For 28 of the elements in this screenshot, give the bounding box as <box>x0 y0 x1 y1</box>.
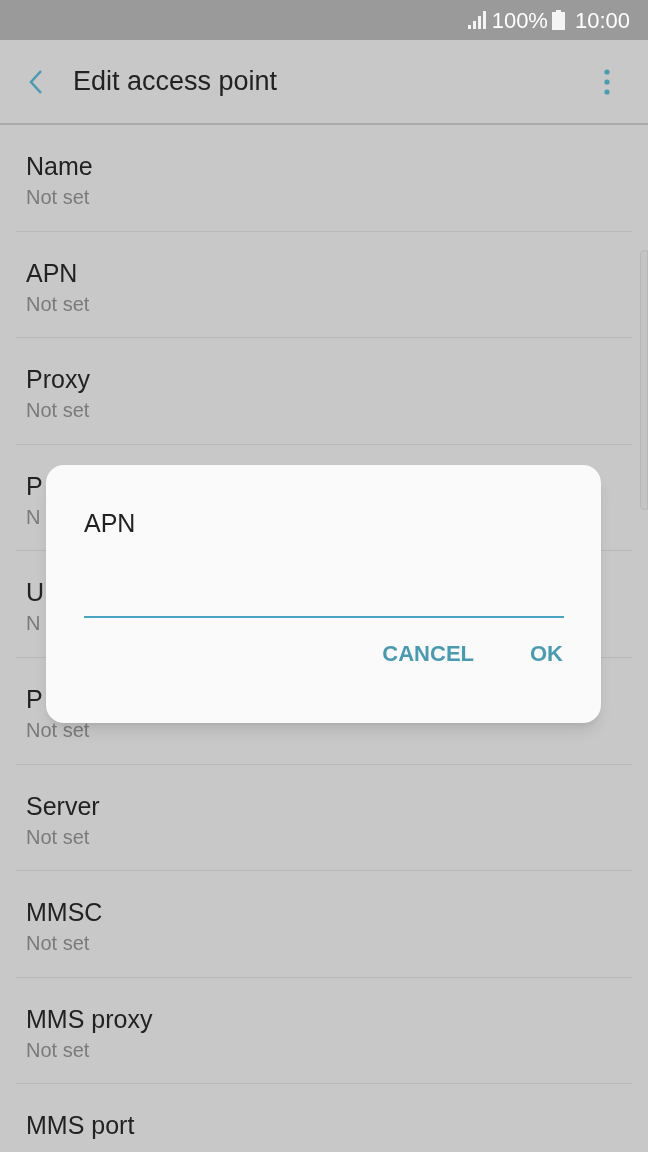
setting-value: Not set <box>26 398 90 423</box>
setting-value: N <box>26 504 41 529</box>
setting-title[interactable]: Server <box>26 790 100 821</box>
setting-title[interactable]: Proxy <box>26 364 90 395</box>
back-icon <box>29 68 43 95</box>
setting-value: Not set <box>26 1037 90 1062</box>
setting-title[interactable]: MMS proxy <box>26 1003 153 1034</box>
more-icon <box>604 69 610 95</box>
setting-title[interactable]: MMS port <box>26 1110 135 1141</box>
setting-value: Not set <box>26 185 90 209</box>
more-options-button[interactable] <box>602 68 612 96</box>
setting-value: Not set <box>26 931 90 956</box>
page-title: Edit access point <box>73 65 278 99</box>
setting-title[interactable]: P <box>26 683 43 714</box>
setting-value: Not set <box>26 824 90 849</box>
dialog-title: APN <box>84 508 136 538</box>
clock-time: 10:00 <box>574 6 630 35</box>
setting-value: Not set <box>26 291 90 316</box>
setting-title[interactable]: MMSC <box>26 897 103 928</box>
setting-title[interactable]: APN <box>26 257 78 288</box>
setting-value: N <box>26 611 41 636</box>
battery-icon <box>551 10 565 30</box>
signal-icon <box>465 11 486 29</box>
setting-title[interactable]: P <box>26 470 43 501</box>
setting-title[interactable]: U <box>26 577 45 608</box>
battery-percent: 100% <box>491 6 548 35</box>
setting-title[interactable]: Name <box>26 151 93 181</box>
setting-value: Not set <box>26 717 90 742</box>
